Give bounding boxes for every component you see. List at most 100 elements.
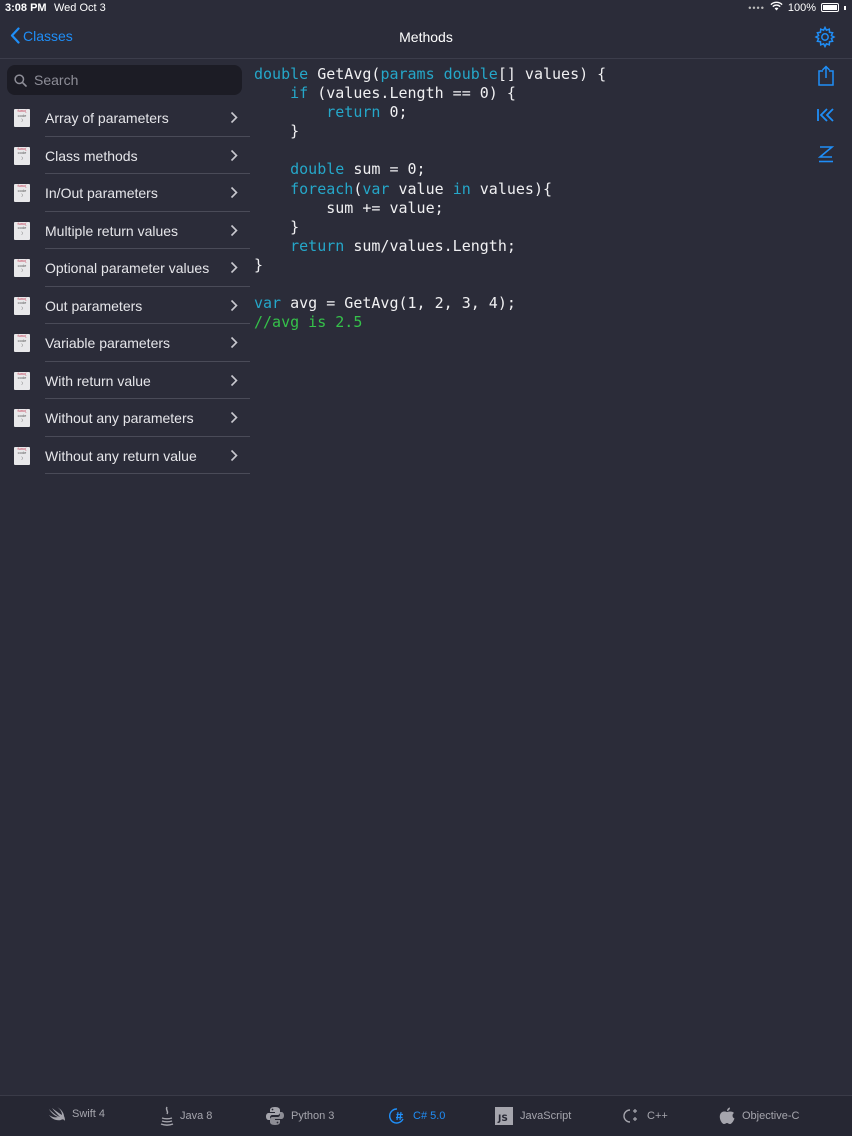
- code-line: foreach(var value in values){: [254, 180, 606, 199]
- share-button[interactable]: [814, 64, 838, 88]
- collapse-left-icon: [817, 108, 834, 122]
- code-file-icon: func(code): [14, 409, 30, 427]
- list-item-label: Optional parameter values: [45, 260, 210, 276]
- code-text: }: [254, 255, 264, 274]
- status-date: Wed Oct 3: [54, 2, 106, 14]
- code-file-icon: func(code): [14, 259, 30, 277]
- code-file-icon: func(code): [14, 184, 30, 202]
- code-keyword: double: [443, 65, 498, 83]
- list-item[interactable]: func(code) Array of parameters: [0, 99, 250, 137]
- tab-javascript[interactable]: JS JavaScript: [494, 1106, 571, 1126]
- list-item[interactable]: func(code) Multiple return values: [0, 212, 250, 249]
- file-icon-text: ): [21, 379, 23, 385]
- tab-swift[interactable]: Swift 4: [48, 1106, 105, 1122]
- search-bar[interactable]: [7, 65, 242, 95]
- code-line: var avg = GetAvg(1, 2, 3, 4);: [254, 294, 606, 313]
- code-text: }: [254, 122, 300, 141]
- code-keyword: return: [326, 103, 381, 122]
- tab-apple[interactable]: Objective-C: [718, 1106, 799, 1126]
- chevron-right-icon: [230, 449, 238, 461]
- tab-label: Python 3: [291, 1110, 335, 1122]
- tab-csharp[interactable]: C# 5.0: [387, 1106, 445, 1126]
- list-item[interactable]: func(code) Optional parameter values: [0, 249, 250, 287]
- signal-dots-icon: ••••: [748, 2, 765, 13]
- sort-z-icon: [817, 146, 835, 163]
- tab-label: Java 8: [180, 1110, 213, 1122]
- list-item[interactable]: func(code) Without any parameters: [0, 399, 250, 437]
- code-text: sum += value;: [254, 198, 444, 217]
- code-file-icon: func(code): [14, 446, 30, 465]
- list-item[interactable]: func(code) Without any return value: [0, 437, 250, 474]
- list-item-label: In/Out parameters: [45, 185, 158, 201]
- code-text: }: [254, 217, 300, 236]
- sort-button[interactable]: [814, 142, 838, 166]
- code-text: [] values) {: [497, 65, 607, 83]
- code-text: sum/values.Length;: [344, 236, 516, 255]
- battery-tip: [844, 5, 846, 10]
- sidebar: func(code) Array of parameters func(code) C…: [0, 59, 250, 1095]
- code-file-icon: func(code): [14, 221, 30, 240]
- code-keyword: if: [290, 84, 309, 103]
- code-keyword: double: [254, 65, 309, 83]
- tab-java[interactable]: Java 8: [160, 1106, 212, 1126]
- code-file-icon: func(code): [14, 371, 30, 390]
- code-text: 0;: [380, 103, 408, 122]
- list-item[interactable]: func(code) In/Out parameters: [0, 174, 250, 212]
- collapse-sidebar-button[interactable]: [814, 103, 838, 127]
- code-line: }: [254, 122, 606, 141]
- tab-python[interactable]: Python 3: [265, 1106, 334, 1126]
- code-keyword: var: [362, 179, 390, 198]
- code-file-icon: func(code): [14, 334, 30, 352]
- search-icon: [14, 73, 27, 87]
- code-file-icon: func(code): [14, 146, 30, 165]
- tab-label: Swift 4: [72, 1108, 106, 1120]
- code-line: }: [254, 256, 606, 275]
- list-item-label: Without any return value: [45, 447, 197, 464]
- separator: [45, 473, 250, 474]
- code-file-icon: func(code): [14, 109, 30, 127]
- list-item[interactable]: func(code) With return value: [0, 362, 250, 399]
- code-text: avg = GetAvg(1, 2, 3, 4);: [281, 294, 516, 313]
- code-line: sum += value;: [254, 199, 606, 218]
- file-icon-text: ): [21, 154, 23, 160]
- code-text: values){: [470, 179, 553, 198]
- code-file-icon: func(code): [14, 296, 30, 315]
- status-right: •••• 100%: [748, 1, 846, 14]
- code-text: value: [389, 179, 453, 198]
- status-time: 3:08 PM: [5, 2, 47, 14]
- chevron-right-icon: [230, 224, 238, 236]
- list-item[interactable]: func(code) Variable parameters: [0, 324, 250, 362]
- code-keyword: in: [452, 179, 471, 198]
- tab-cpp[interactable]: C++: [621, 1106, 668, 1126]
- chevron-right-icon: [230, 261, 238, 274]
- file-icon-text: ): [21, 267, 23, 272]
- search-input[interactable]: [32, 71, 236, 89]
- apple-icon: [718, 1106, 736, 1126]
- code-view: double GetAvg(params double[] values) { …: [254, 65, 606, 332]
- code-keyword: double: [290, 160, 345, 179]
- chevron-right-icon: [230, 411, 238, 424]
- python-icon: [265, 1106, 285, 1126]
- file-icon-text: ): [21, 117, 23, 122]
- csharp-icon: [387, 1106, 407, 1126]
- list-item-label: With return value: [45, 372, 151, 389]
- settings-button[interactable]: [814, 25, 836, 53]
- chevron-right-icon: [230, 374, 238, 386]
- chevron-right-icon: [230, 299, 238, 311]
- file-icon-text: ): [21, 229, 23, 235]
- list-item-label: Class methods: [45, 147, 138, 164]
- battery-icon: [821, 3, 839, 12]
- language-tab-bar: Swift 4 Java 8 Python 3 C# 5.0 JS JavaScript C…: [0, 1095, 852, 1136]
- list-item-label: Variable parameters: [45, 335, 171, 351]
- list-item[interactable]: func(code) Out parameters: [0, 287, 250, 324]
- list-item[interactable]: func(code) Class methods: [0, 137, 250, 174]
- file-icon-text: ): [21, 304, 23, 310]
- tab-label: Objective-C: [742, 1110, 800, 1122]
- code-line: double GetAvg(params double[] values) {: [254, 65, 606, 84]
